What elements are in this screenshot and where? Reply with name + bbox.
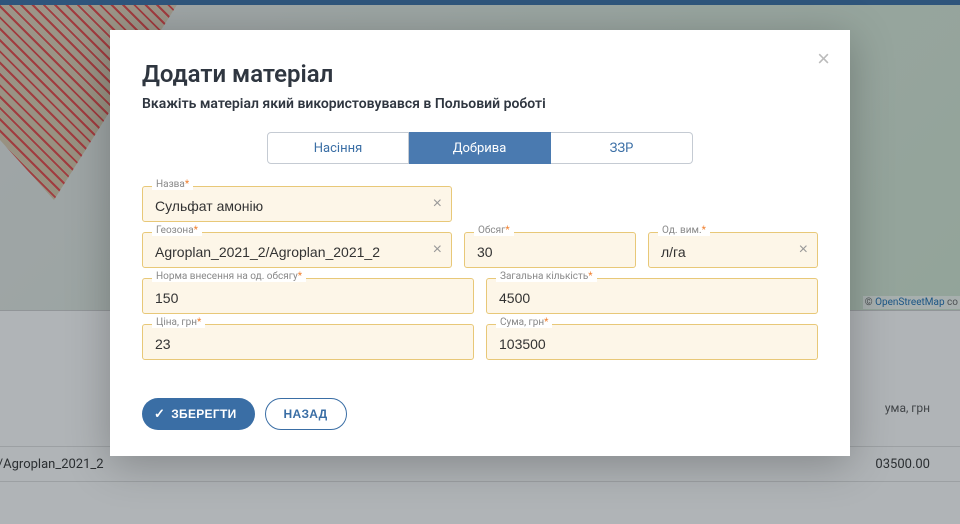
field-volume: Обсяг* bbox=[464, 232, 636, 268]
label-price: Ціна, грн* bbox=[152, 317, 205, 328]
tab-ppp[interactable]: ЗЗР bbox=[551, 132, 693, 164]
tab-seeds[interactable]: Насіння bbox=[267, 132, 409, 164]
tab-fertilizers[interactable]: Добрива bbox=[409, 132, 551, 164]
clear-geozone-icon[interactable]: × bbox=[433, 241, 442, 259]
label-rate: Норма внесення на од. обсягу* bbox=[152, 271, 306, 282]
material-type-tabs: Насіння Добрива ЗЗР bbox=[142, 132, 818, 164]
rate-input[interactable] bbox=[142, 278, 474, 314]
close-icon[interactable]: × bbox=[817, 48, 830, 70]
field-name: Назва* × bbox=[142, 186, 452, 222]
field-price: Ціна, грн* bbox=[142, 324, 474, 360]
modal-title: Додати матеріал bbox=[142, 60, 818, 88]
field-sum: Сума, грн* bbox=[486, 324, 818, 360]
total-qty-input[interactable] bbox=[486, 278, 818, 314]
name-input[interactable] bbox=[142, 186, 452, 222]
label-unit: Од. вим.* bbox=[658, 225, 710, 236]
modal-actions: ЗБЕРЕГТИ НАЗАД bbox=[142, 398, 818, 430]
label-total-qty: Загальна кількість* bbox=[496, 271, 597, 282]
clear-name-icon[interactable]: × bbox=[433, 195, 442, 213]
modal-subtitle: Вкажіть матеріал який використовувався в… bbox=[142, 96, 818, 112]
field-total-qty: Загальна кількість* bbox=[486, 278, 818, 314]
geozone-input[interactable] bbox=[142, 232, 452, 268]
label-sum: Сума, грн* bbox=[496, 317, 552, 328]
volume-input[interactable] bbox=[464, 232, 636, 268]
unit-input[interactable] bbox=[648, 232, 818, 268]
label-name: Назва* bbox=[152, 179, 193, 190]
back-button[interactable]: НАЗАД bbox=[265, 398, 347, 430]
add-material-modal: × Додати матеріал Вкажіть матеріал який … bbox=[110, 30, 850, 456]
label-geozone: Геозона* bbox=[152, 225, 202, 236]
sum-input[interactable] bbox=[486, 324, 818, 360]
field-geozone: Геозона* × bbox=[142, 232, 452, 268]
field-unit: Од. вим.* × bbox=[648, 232, 818, 268]
price-input[interactable] bbox=[142, 324, 474, 360]
clear-unit-icon[interactable]: × bbox=[799, 241, 808, 259]
field-rate: Норма внесення на од. обсягу* bbox=[142, 278, 474, 314]
save-button[interactable]: ЗБЕРЕГТИ bbox=[142, 398, 255, 430]
label-volume: Обсяг* bbox=[474, 225, 514, 236]
